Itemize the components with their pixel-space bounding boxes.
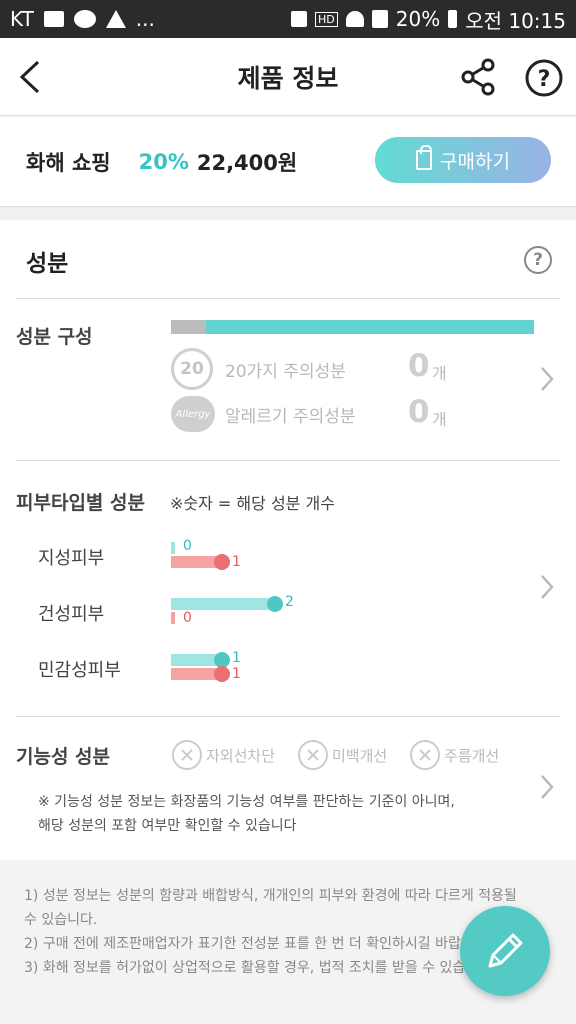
carrier-label: KT bbox=[10, 7, 34, 31]
page-title: 제품 정보 bbox=[237, 63, 339, 93]
composition-caution-part bbox=[171, 320, 206, 334]
shop-name: 화해 쇼핑 bbox=[26, 150, 111, 175]
more-notifications: ... bbox=[135, 7, 155, 31]
dry-good-bar bbox=[171, 598, 277, 610]
buy-button[interactable]: 구매하기 bbox=[375, 137, 551, 183]
allergy-icon: Allergy bbox=[171, 396, 215, 432]
skin-type-note: ※숫자 = 해당 성분 개수 bbox=[170, 494, 335, 513]
wifi-icon bbox=[345, 11, 364, 27]
divider bbox=[16, 460, 560, 461]
dry-bad-bar bbox=[171, 612, 175, 624]
back-icon[interactable] bbox=[14, 56, 50, 98]
signal-icon bbox=[371, 10, 388, 28]
divider bbox=[16, 716, 560, 717]
func-label: 미백개선 bbox=[332, 746, 388, 765]
func-item-wrinkle: 주름개선 bbox=[410, 740, 499, 770]
x-icon bbox=[298, 740, 328, 770]
skin-type-title: 피부타입별 성분 bbox=[16, 492, 145, 514]
shop-bar: 화해 쇼핑 20% 22,400원 구매하기 bbox=[0, 117, 576, 207]
hd-icon: HD bbox=[315, 11, 338, 27]
help-icon[interactable]: ? bbox=[524, 58, 564, 98]
battery-icon bbox=[448, 10, 458, 28]
chevron-right-icon[interactable] bbox=[540, 574, 554, 600]
question-icon[interactable]: ? bbox=[524, 246, 552, 274]
composition-label: 성분 구성 bbox=[16, 326, 93, 348]
func-item-whitening: 미백개선 bbox=[298, 740, 387, 770]
caution20-label: 20가지 주의성분 bbox=[225, 361, 346, 382]
status-bar: KT ... HD 20% 오전 10:15 bbox=[0, 0, 576, 38]
disclaimer-line: 1) 성분 정보는 성분의 함량과 배합방식, 개개인의 피부와 환경에 따라 … bbox=[24, 888, 517, 904]
allergy-count: 0 bbox=[408, 394, 430, 430]
shopping-bag-icon bbox=[416, 145, 433, 170]
allergy-unit: 개 bbox=[432, 410, 447, 429]
oily-good-bar bbox=[171, 542, 175, 554]
allergy-row: Allergy 알레르기 주의성분 bbox=[171, 396, 356, 432]
dry-good-count: 2 bbox=[285, 594, 294, 610]
composition-bar bbox=[171, 320, 534, 334]
image-icon bbox=[43, 11, 64, 27]
talk-icon bbox=[73, 10, 96, 28]
x-icon bbox=[172, 740, 202, 770]
functional-title: 기능성 성분 bbox=[16, 746, 111, 768]
oily-bad-dot bbox=[214, 554, 230, 570]
20-caution-icon: 20 bbox=[171, 348, 213, 390]
ingredients-card: 성분 ? 성분 구성 20 20가지 주의성분 0 개 Allergy 알레르기… bbox=[0, 220, 576, 860]
discount-rate: 20% bbox=[138, 149, 189, 174]
func-label: 자외선차단 bbox=[206, 746, 276, 765]
divider bbox=[16, 298, 560, 299]
dry-bad-count: 0 bbox=[183, 610, 192, 626]
skin-label-oily: 지성피부 bbox=[38, 548, 105, 569]
skin-label-dry: 건성피부 bbox=[38, 604, 105, 625]
write-review-button[interactable] bbox=[460, 906, 550, 996]
allergy-label: 알레르기 주의성분 bbox=[225, 406, 356, 427]
price: 22,400원 bbox=[196, 150, 298, 175]
mute-icon bbox=[291, 11, 307, 27]
functional-note-line2: 해당 성분의 포함 여부만 확인할 수 있습니다 bbox=[38, 818, 297, 834]
sensitive-good-count: 1 bbox=[232, 650, 241, 666]
oily-good-count: 0 bbox=[183, 538, 192, 554]
caution20-row: 20 20가지 주의성분 bbox=[171, 348, 346, 390]
func-label: 주름개선 bbox=[444, 746, 500, 765]
caution20-count: 0 bbox=[408, 348, 430, 384]
clock: 오전 10:15 bbox=[465, 8, 566, 33]
functional-note-line1: ※ 기능성 성분 정보는 화장품의 기능성 여부를 판단하는 기준이 아니며, bbox=[38, 794, 455, 810]
svg-text:?: ? bbox=[538, 67, 551, 92]
skin-label-sensitive: 민감성피부 bbox=[38, 660, 121, 681]
section-title: 성분 bbox=[26, 251, 69, 277]
chevron-right-icon[interactable] bbox=[540, 774, 554, 800]
share-icon[interactable] bbox=[458, 56, 498, 98]
battery-percent: 20% bbox=[395, 7, 441, 31]
chevron-right-icon[interactable] bbox=[540, 366, 554, 392]
oily-bad-count: 1 bbox=[232, 554, 241, 570]
sensitive-bad-count: 1 bbox=[232, 666, 241, 682]
warning-icon bbox=[105, 10, 126, 28]
sensitive-bad-dot bbox=[214, 666, 230, 682]
caution20-unit: 개 bbox=[432, 364, 447, 383]
func-item-uv: 자외선차단 bbox=[172, 740, 275, 770]
x-icon bbox=[410, 740, 440, 770]
app-header: 제품 정보 ? bbox=[0, 38, 576, 116]
pencil-icon bbox=[488, 933, 523, 968]
dry-good-dot bbox=[267, 596, 283, 612]
buy-button-label: 구매하기 bbox=[440, 150, 510, 173]
